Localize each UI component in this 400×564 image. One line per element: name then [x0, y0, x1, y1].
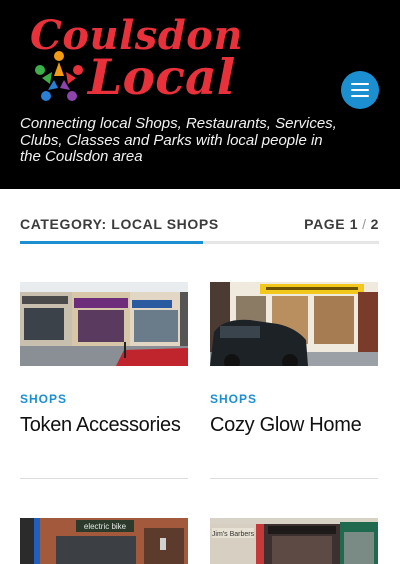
cozy-glow-home-storefront-photo[interactable]: [210, 282, 378, 366]
post-category-link[interactable]: SHOPS: [210, 392, 257, 406]
electric-bike-sign-text: electric bike: [84, 522, 127, 531]
post-divider: [20, 478, 188, 479]
site-logo[interactable]: Coulsdon Local: [28, 8, 248, 108]
token-accessories-storefront-photo[interactable]: [20, 282, 188, 366]
menu-toggle-button[interactable]: [341, 71, 379, 109]
hamburger-menu-icon: [351, 83, 369, 97]
category-underline-accent: [20, 241, 203, 244]
post-title-link[interactable]: Token Accessories: [20, 414, 181, 437]
people-circle-logo-icon: [35, 51, 83, 101]
post-title-link[interactable]: Cozy Glow Home: [210, 414, 362, 437]
category-title: CATEGORY: LOCAL SHOPS: [20, 216, 219, 232]
electric-bike-storefront-photo[interactable]: electric bike: [20, 518, 188, 564]
page-current: 1: [349, 216, 359, 232]
page-label: PAGE: [304, 216, 346, 232]
page-indicator: PAGE 1/2: [304, 216, 379, 232]
post-category-link[interactable]: SHOPS: [20, 392, 67, 406]
page-total: 2: [370, 216, 379, 232]
jims-barbers-storefront-photo[interactable]: Jim's Barbers: [210, 518, 378, 564]
page-separator: /: [362, 216, 367, 232]
site-header: Coulsdon Local Connecting local Shops, R…: [0, 0, 400, 189]
post-divider: [210, 478, 378, 479]
logo-text-line2: Local: [88, 48, 236, 106]
jims-barbers-sign-text: Jim's Barbers: [212, 531, 255, 538]
site-tagline: Connecting local Shops, Restaurants, Ser…: [20, 115, 337, 165]
category-header: CATEGORY: LOCAL SHOPS PAGE 1/2: [20, 216, 379, 244]
